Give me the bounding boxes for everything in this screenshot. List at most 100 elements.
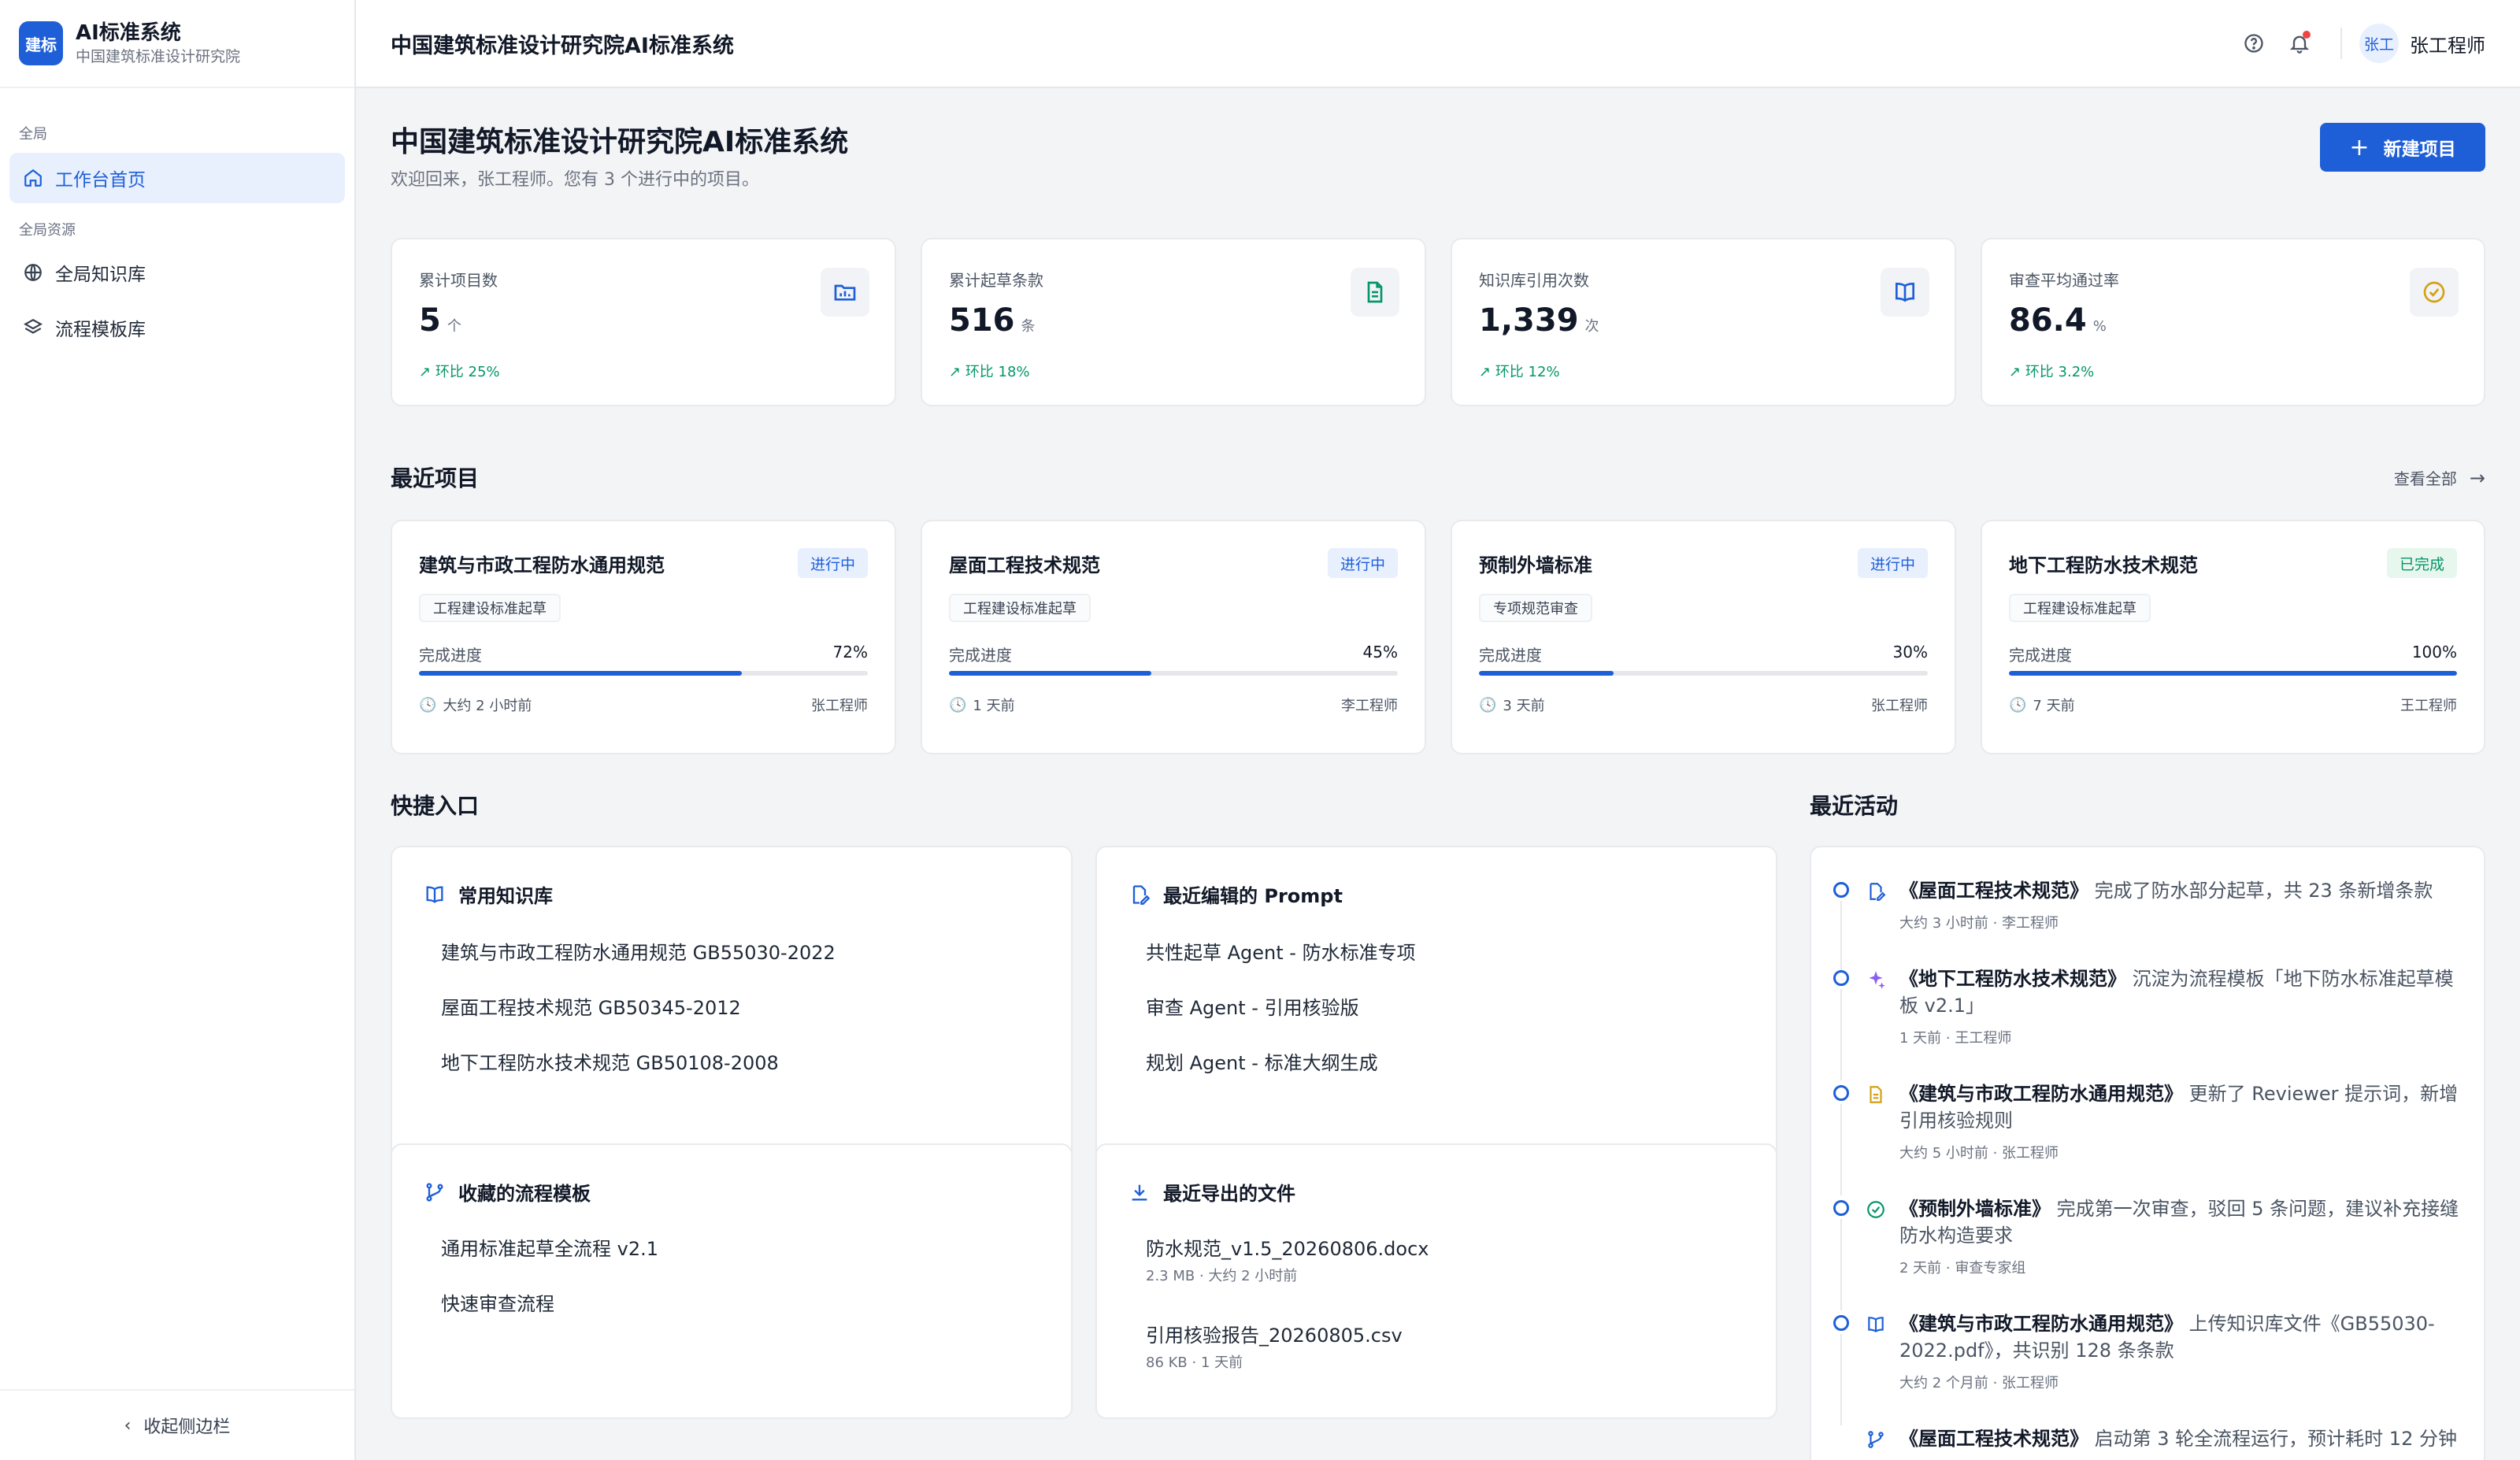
view-all-link[interactable]: 查看全部 →: [2394, 466, 2485, 489]
chevron-left-icon: ‹: [124, 1415, 132, 1436]
brand-title: AI标准系统: [76, 21, 181, 45]
branch-icon: [1865, 1429, 1887, 1451]
help-icon[interactable]: [2238, 28, 2270, 59]
topbar-divider: [2340, 28, 2342, 59]
quick-link[interactable]: 通用标准起草全流程 v2.1: [441, 1233, 658, 1261]
home-icon: [22, 167, 44, 189]
branch-icon: [424, 1181, 446, 1203]
recent-activity-title: 最近活动: [1810, 793, 1899, 819]
project-tag: 专项规范审查: [1479, 594, 1592, 622]
user-name[interactable]: 张工程师: [2410, 30, 2485, 57]
timeline-line: [1840, 1104, 1842, 1195]
progress-value: 100%: [2411, 643, 2457, 661]
project-card[interactable]: 屋面工程技术规范 进行中 工程建设标准起草 完成进度 45% 🕓 1 天前 李工程…: [921, 520, 1426, 754]
project-name: 屋面工程技术规范: [949, 554, 1100, 576]
sidebar-item-templates[interactable]: 流程模板库: [9, 302, 345, 353]
stat-trend: ↗ 环比 12%: [1479, 364, 1560, 380]
status-badge: 进行中: [1327, 548, 1398, 578]
book-icon: [1881, 268, 1929, 317]
stat-value: 86.4%: [2009, 302, 2107, 339]
activity-item[interactable]: 《预制外墙标准》 完成第一次审查，驳回 5 条问题，建议补充接缝防水构造要求 2…: [1833, 1195, 2460, 1310]
new-project-label: 新建项目: [2383, 139, 2456, 160]
check-circle-icon: [2410, 268, 2459, 317]
project-tag: 工程建设标准起草: [2009, 594, 2151, 622]
stat-value: 516 条: [949, 302, 1036, 339]
timeline-dot: [1833, 1200, 1849, 1216]
quick-link[interactable]: 共性起草 Agent - 防水标准专项: [1146, 937, 1416, 965]
activity-text: 《屋面工程技术规范》 启动第 3 轮全流程运行，预计耗时 12 分钟: [1899, 1428, 2457, 1450]
sidebar-item-label: 流程模板库: [55, 320, 146, 340]
quick-card-title: 最近编辑的 Prompt: [1128, 880, 1343, 908]
brand-subtitle: 中国建筑标准设计研究院: [76, 48, 241, 65]
progress-bar: [419, 671, 868, 676]
brand: 建标 AI标准系统 中国建筑标准设计研究院: [0, 0, 354, 88]
quick-link[interactable]: 审查 Agent - 引用核验版: [1146, 992, 1359, 1020]
quick-link[interactable]: 屋面工程技术规范 GB50345-2012: [441, 992, 741, 1020]
status-badge: 已完成: [2386, 548, 2457, 578]
topbar: 中国建筑标准设计研究院AI标准系统 张工 张工程师: [356, 0, 2520, 88]
clock-icon: 🕓: [419, 696, 437, 713]
activity-item[interactable]: 《地下工程防水技术规范》 沉淀为流程模板「地下防水标准起草模板 v2.1」 1 …: [1833, 965, 2460, 1080]
quick-card-title: 最近导出的文件: [1128, 1178, 1295, 1206]
document-icon: [1351, 268, 1399, 317]
globe-icon: [22, 261, 44, 283]
stat-card-projects: 累计项目数 5个 ↗ 环比 25%: [391, 238, 896, 406]
quick-card-title: 常用知识库: [424, 880, 553, 908]
avatar[interactable]: 张工: [2359, 24, 2399, 63]
project-card[interactable]: 地下工程防水技术规范 已完成 工程建设标准起草 完成进度 100% 🕓 7 天前 …: [1981, 520, 2485, 754]
sidebar-item-home[interactable]: 工作台首页: [9, 153, 345, 203]
status-badge: 进行中: [797, 548, 868, 578]
project-name: 建筑与市政工程防水通用规范: [419, 554, 665, 576]
activity-text: 《建筑与市政工程防水通用规范》 更新了 Reviewer 提示词，新增引用核验规…: [1899, 1083, 2459, 1132]
activity-item[interactable]: 《建筑与市政工程防水通用规范》 更新了 Reviewer 提示词，新增引用核验规…: [1833, 1080, 2460, 1195]
progress-label: 完成进度: [419, 646, 482, 665]
clock-icon: 🕓: [1479, 696, 1497, 713]
stat-trend: ↗ 环比 3.2%: [2009, 364, 2095, 380]
activity-item[interactable]: 《建筑与市政工程防水通用规范》 上传知识库文件《GB55030-2022.pdf…: [1833, 1310, 2460, 1425]
stat-label: 累计起草条款: [949, 271, 1043, 290]
download-icon: [1128, 1181, 1151, 1203]
clock-icon: 🕓: [949, 696, 967, 713]
activity-meta: 2 天前 · 审查专家组: [1899, 1260, 2026, 1277]
sidebar-item-knowledge[interactable]: 全局知识库: [9, 247, 345, 298]
nav-section-global: 全局: [19, 126, 47, 143]
activity-text: 《建筑与市政工程防水通用规范》 上传知识库文件《GB55030-2022.pdf…: [1899, 1313, 2435, 1362]
bell-icon[interactable]: [2284, 28, 2315, 59]
collapse-sidebar-button[interactable]: ‹ 收起侧边栏: [0, 1389, 354, 1460]
activity-item[interactable]: 《屋面工程技术规范》 启动第 3 轮全流程运行，预计耗时 12 分钟: [1833, 1425, 2460, 1460]
quick-card-exports: 最近导出的文件 防水规范_v1.5_20260806.docx 2.3 MB ·…: [1095, 1143, 1777, 1419]
quick-link[interactable]: 规划 Agent - 标准大纲生成: [1146, 1047, 1378, 1075]
progress-bar: [949, 671, 1398, 676]
welcome-text: 欢迎回来，张工程师。您有 3 个进行中的项目。: [391, 170, 759, 190]
stat-trend: ↗ 环比 18%: [949, 364, 1030, 380]
new-project-button[interactable]: + 新建项目: [2320, 123, 2485, 172]
main-content: 中国建筑标准设计研究院AI标准系统 欢迎回来，张工程师。您有 3 个进行中的项目…: [356, 88, 2520, 1460]
draft-icon: [1128, 884, 1151, 906]
brand-logo: 建标: [19, 21, 63, 65]
progress-label: 完成进度: [1479, 646, 1542, 665]
project-owner: 李工程师: [1341, 698, 1398, 714]
recent-projects-title: 最近项目: [391, 465, 480, 491]
activity-item[interactable]: 《屋面工程技术规范》 完成了防水部分起草，共 23 条新增条款 大约 3 小时前…: [1833, 877, 2460, 972]
activity-meta: 1 天前 · 王工程师: [1899, 1030, 2012, 1047]
quick-link[interactable]: 快速审查流程: [441, 1288, 554, 1316]
sidebar-item-label: 全局知识库: [55, 265, 146, 285]
activity-meta: 大约 3 小时前 · 李工程师: [1899, 915, 2059, 932]
stat-value: 1,339 次: [1479, 302, 1599, 339]
quick-link[interactable]: 地下工程防水技术规范 GB50108-2008: [441, 1047, 779, 1075]
project-card[interactable]: 建筑与市政工程防水通用规范 进行中 工程建设标准起草 完成进度 72% 🕓 大约 …: [391, 520, 896, 754]
progress-value: 72%: [832, 643, 868, 661]
quick-link[interactable]: 建筑与市政工程防水通用规范 GB55030-2022: [441, 937, 836, 965]
timeline-dot: [1833, 970, 1849, 986]
clock-icon: 🕓: [2009, 696, 2027, 713]
export-file-name[interactable]: 防水规范_v1.5_20260806.docx: [1146, 1233, 1429, 1261]
project-card[interactable]: 预制外墙标准 进行中 专项规范审查 完成进度 30% 🕓 3 天前 张工程师: [1451, 520, 1956, 754]
arrow-right-icon: →: [2469, 466, 2485, 489]
activity-meta: 大约 2 个月前 · 张工程师: [1899, 1375, 2059, 1391]
quick-access-title: 快捷入口: [391, 793, 480, 819]
progress-bar: [2009, 671, 2457, 676]
stat-label: 知识库引用次数: [1479, 271, 1589, 290]
timeline-line: [1840, 901, 1842, 972]
export-file-name[interactable]: 引用核验报告_20260805.csv: [1146, 1320, 1403, 1347]
project-tag: 工程建设标准起草: [949, 594, 1091, 622]
